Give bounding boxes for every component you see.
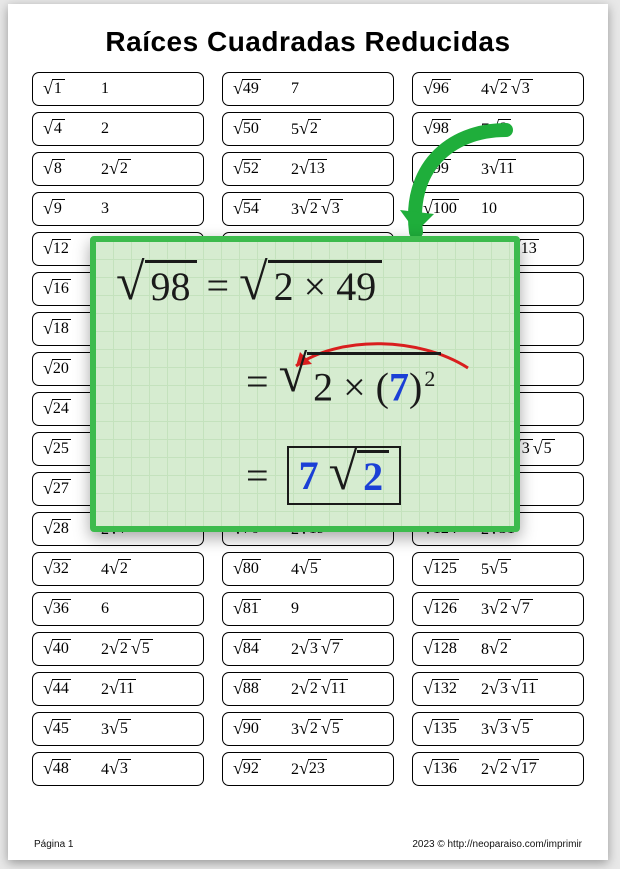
- table-row: √922√23: [222, 752, 394, 786]
- table-row: √987√2: [412, 112, 584, 146]
- table-row: √1362√2√17: [412, 752, 584, 786]
- table-row: √324√2: [32, 552, 204, 586]
- table-row: √1353√3√5: [412, 712, 584, 746]
- table-row: √82√2: [32, 152, 204, 186]
- table-row: √366: [32, 592, 204, 626]
- table-row: √842√3√7: [222, 632, 394, 666]
- table-row: √543√2√3: [222, 192, 394, 226]
- explanation-card: √98 = √2 × 49 = √ 2 × (7)2 = 7 √2: [90, 236, 520, 532]
- table-row: √993√11: [412, 152, 584, 186]
- table-row: √497: [222, 72, 394, 106]
- explain-line-2: = √ 2 × (7)2: [236, 352, 441, 411]
- table-row: √522√13: [222, 152, 394, 186]
- table-row: √804√5: [222, 552, 394, 586]
- page-title: Raíces Cuadradas Reducidas: [32, 26, 584, 58]
- table-row: √453√5: [32, 712, 204, 746]
- explain-line-1: √98 = √2 × 49: [116, 260, 382, 311]
- footer-copyright: 2023 © http://neoparaiso.com/imprimir: [412, 839, 582, 850]
- table-row: √11: [32, 72, 204, 106]
- table-row: √505√2: [222, 112, 394, 146]
- table-row: √10010: [412, 192, 584, 226]
- page-footer: Página 1 2023 © http://neoparaiso.com/im…: [34, 839, 582, 850]
- table-row: √819: [222, 592, 394, 626]
- table-row: √882√2√11: [222, 672, 394, 706]
- table-row: √484√3: [32, 752, 204, 786]
- table-row: √964√2√3: [412, 72, 584, 106]
- table-row: √402√2√5: [32, 632, 204, 666]
- table-row: √1255√5: [412, 552, 584, 586]
- table-row: √903√2√5: [222, 712, 394, 746]
- table-row: √1263√2√7: [412, 592, 584, 626]
- explain-line-3: = 7 √2: [236, 446, 401, 505]
- table-row: √1288√2: [412, 632, 584, 666]
- table-row: √442√11: [32, 672, 204, 706]
- table-row: √42: [32, 112, 204, 146]
- footer-page-number: Página 1: [34, 839, 73, 850]
- table-row: √1322√3√11: [412, 672, 584, 706]
- table-row: √93: [32, 192, 204, 226]
